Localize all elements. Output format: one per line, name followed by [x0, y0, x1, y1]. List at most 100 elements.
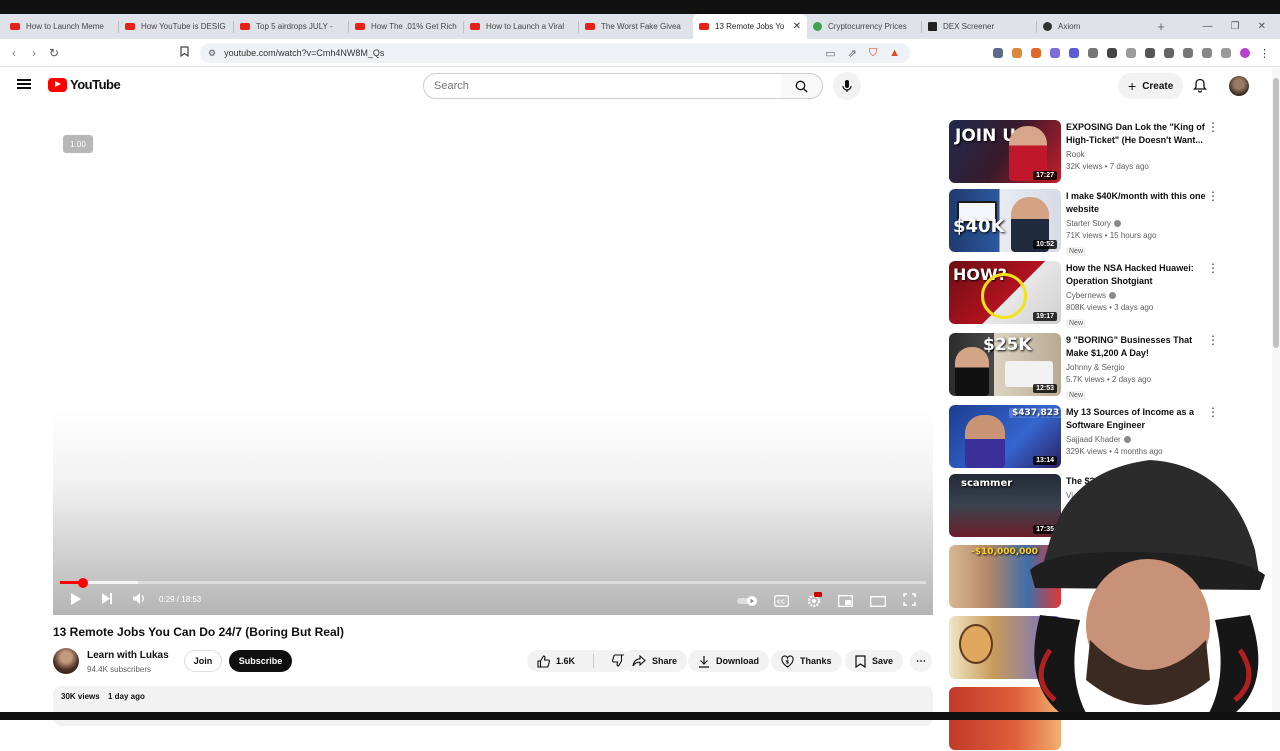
tab-title: The Worst Fake Givea — [601, 22, 681, 31]
voice-search-button[interactable] — [833, 72, 861, 100]
back-icon[interactable]: ‹ — [4, 46, 24, 60]
download-button[interactable]: Download — [688, 650, 769, 672]
extension-icon[interactable] — [1012, 48, 1022, 58]
bookmark-icon[interactable] — [180, 46, 189, 60]
recommendation-item[interactable]: JOIN US 17:27 EXPOSING Dan Lok the "King… — [949, 120, 1229, 184]
minimize-icon[interactable]: — — [1203, 21, 1213, 32]
theater-mode-icon[interactable] — [870, 594, 886, 612]
account-avatar[interactable] — [1229, 76, 1249, 96]
fullscreen-icon[interactable] — [903, 593, 916, 611]
recommendation-item[interactable]: $40K 10:52 I make $40K/month with this o… — [949, 189, 1229, 256]
cast-icon[interactable]: ▭ — [825, 47, 835, 60]
play-icon[interactable] — [70, 592, 82, 611]
more-actions-button[interactable]: ⋯ — [910, 650, 932, 672]
next-video-icon[interactable] — [101, 592, 113, 610]
autoplay-toggle[interactable] — [737, 594, 759, 612]
more-vertical-icon[interactable]: ⋮ — [1207, 190, 1219, 202]
recommendation-title[interactable]: How the NSA Hacked Huawei: Operation Sho… — [1066, 262, 1206, 288]
brave-rewards-icon[interactable]: ▲ — [889, 47, 900, 59]
wallet-icon[interactable] — [1183, 48, 1193, 58]
browser-tab[interactable]: How to Launch a Viral — [464, 14, 578, 39]
more-vertical-icon[interactable]: ⋮ — [1207, 121, 1219, 133]
recommendation-title[interactable]: My 13 Sources of Income as a Software En… — [1066, 406, 1206, 432]
like-button[interactable]: 1.6K — [527, 654, 587, 668]
profile-icon[interactable] — [1240, 48, 1250, 58]
more-vertical-icon[interactable]: ⋮ — [1207, 406, 1219, 418]
browser-tab-active[interactable]: 13 Remote Jobs Yo ✕ — [693, 14, 807, 39]
youtube-logo[interactable]: YouTube — [48, 77, 121, 92]
notifications-bell-icon[interactable] — [1193, 78, 1207, 98]
search-button[interactable] — [781, 73, 823, 99]
video-thumbnail[interactable]: HOW? 19:17 — [949, 261, 1061, 324]
more-vertical-icon[interactable]: ⋮ — [1207, 334, 1219, 346]
extension-icon[interactable] — [1069, 48, 1079, 58]
close-tab-icon[interactable]: ✕ — [793, 21, 801, 32]
browser-tab[interactable]: Cryptocurrency Prices — [807, 14, 921, 39]
recommendation-channel[interactable]: Starter Story — [1066, 219, 1206, 228]
save-button[interactable]: Save — [845, 650, 904, 672]
url-field[interactable]: ⚙ youtube.com/watch?v=Cmh4NW8M_Qs — [200, 43, 910, 63]
recommendation-channel[interactable]: Sajjaad Khader — [1066, 435, 1206, 444]
forward-icon[interactable]: › — [24, 46, 44, 60]
extension-icon[interactable] — [993, 48, 1003, 58]
recommendation-title[interactable]: I make $40K/month with this one website — [1066, 190, 1206, 216]
search-input[interactable] — [434, 80, 781, 92]
browser-tab[interactable]: How YouTube is DESIG — [119, 14, 233, 39]
vpn-icon[interactable] — [1221, 48, 1231, 58]
settings-gear-icon[interactable] — [806, 592, 822, 613]
extension-icon[interactable] — [1031, 48, 1041, 58]
volume-icon[interactable] — [132, 592, 146, 610]
subscribe-button[interactable]: Subscribe — [229, 650, 292, 672]
recommendation-channel[interactable]: Cybernews — [1066, 291, 1206, 300]
new-tab-icon[interactable]: + — [1151, 19, 1171, 34]
scrollbar-thumb[interactable] — [1273, 78, 1279, 348]
recommendation-channel[interactable]: Rook — [1066, 150, 1206, 159]
tab-title: How to Launch a Viral — [486, 22, 565, 31]
extension-icon[interactable] — [1202, 48, 1212, 58]
extension-icon[interactable] — [1126, 48, 1136, 58]
brave-shield-icon[interactable]: ⛉ — [869, 47, 877, 60]
extension-icon[interactable] — [1107, 48, 1117, 58]
reload-icon[interactable]: ↻ — [44, 46, 64, 60]
video-thumbnail[interactable]: JOIN US 17:27 — [949, 120, 1061, 183]
browser-tab[interactable]: How to Launch Meme — [4, 14, 118, 39]
thanks-button[interactable]: $ Thanks — [771, 650, 842, 672]
recommendation-title[interactable]: EXPOSING Dan Lok the "King of High-Ticke… — [1066, 121, 1206, 147]
captions-icon[interactable]: CC — [774, 594, 789, 612]
extension-icon[interactable] — [1050, 48, 1060, 58]
browser-tab[interactable]: DEX Screener — [922, 14, 1036, 39]
description-box[interactable]: 30K views 1 day ago — [53, 686, 933, 726]
site-info-icon[interactable]: ⚙ — [208, 48, 216, 59]
miniplayer-icon[interactable] — [838, 594, 853, 612]
restore-icon[interactable]: ❐ — [1231, 21, 1240, 32]
browser-tab[interactable]: How The .01% Get Rich — [349, 14, 463, 39]
video-thumbnail[interactable]: $25K 12:53 — [949, 333, 1061, 396]
progress-bar[interactable] — [60, 577, 926, 588]
video-player[interactable]: 1.00 0:29 / 18:53 CC — [53, 104, 933, 615]
music-icon[interactable] — [1145, 48, 1155, 58]
menu-icon[interactable]: ⋮ — [1259, 47, 1270, 60]
page-scrollbar[interactable] — [1272, 68, 1280, 720]
hamburger-menu-icon[interactable] — [17, 79, 31, 89]
scrubber-handle[interactable] — [77, 577, 88, 588]
sidebar-icon[interactable] — [1164, 48, 1174, 58]
tab-title: 13 Remote Jobs Yo — [715, 22, 785, 31]
browser-tab[interactable]: Axiom — [1037, 14, 1151, 39]
join-button[interactable]: Join — [184, 650, 222, 672]
create-button[interactable]: + Create — [1118, 73, 1184, 99]
browser-tab[interactable]: The Worst Fake Givea — [579, 14, 693, 39]
puzzle-icon[interactable] — [1088, 48, 1098, 58]
more-vertical-icon[interactable]: ⋮ — [1207, 262, 1219, 274]
channel-name[interactable]: Learn with Lukas — [87, 650, 169, 661]
share-page-icon[interactable]: ⇗ — [848, 47, 857, 60]
recommendation-item[interactable]: $25K 12:53 9 "BORING" Businesses That Ma… — [949, 333, 1229, 400]
time-display: 0:29 / 18:53 — [159, 595, 202, 604]
close-window-icon[interactable]: ✕ — [1258, 21, 1266, 32]
video-thumbnail[interactable]: $40K 10:52 — [949, 189, 1061, 252]
share-button[interactable]: Share — [622, 650, 688, 672]
channel-avatar[interactable] — [53, 648, 79, 674]
recommendation-channel[interactable]: Johnny & Sergio — [1066, 363, 1206, 372]
browser-tab[interactable]: Top 5 airdrops JULY - — [234, 14, 348, 39]
recommendation-item[interactable]: HOW? 19:17 How the NSA Hacked Huawei: Op… — [949, 261, 1229, 328]
recommendation-title[interactable]: 9 "BORING" Businesses That Make $1,200 A… — [1066, 334, 1206, 360]
